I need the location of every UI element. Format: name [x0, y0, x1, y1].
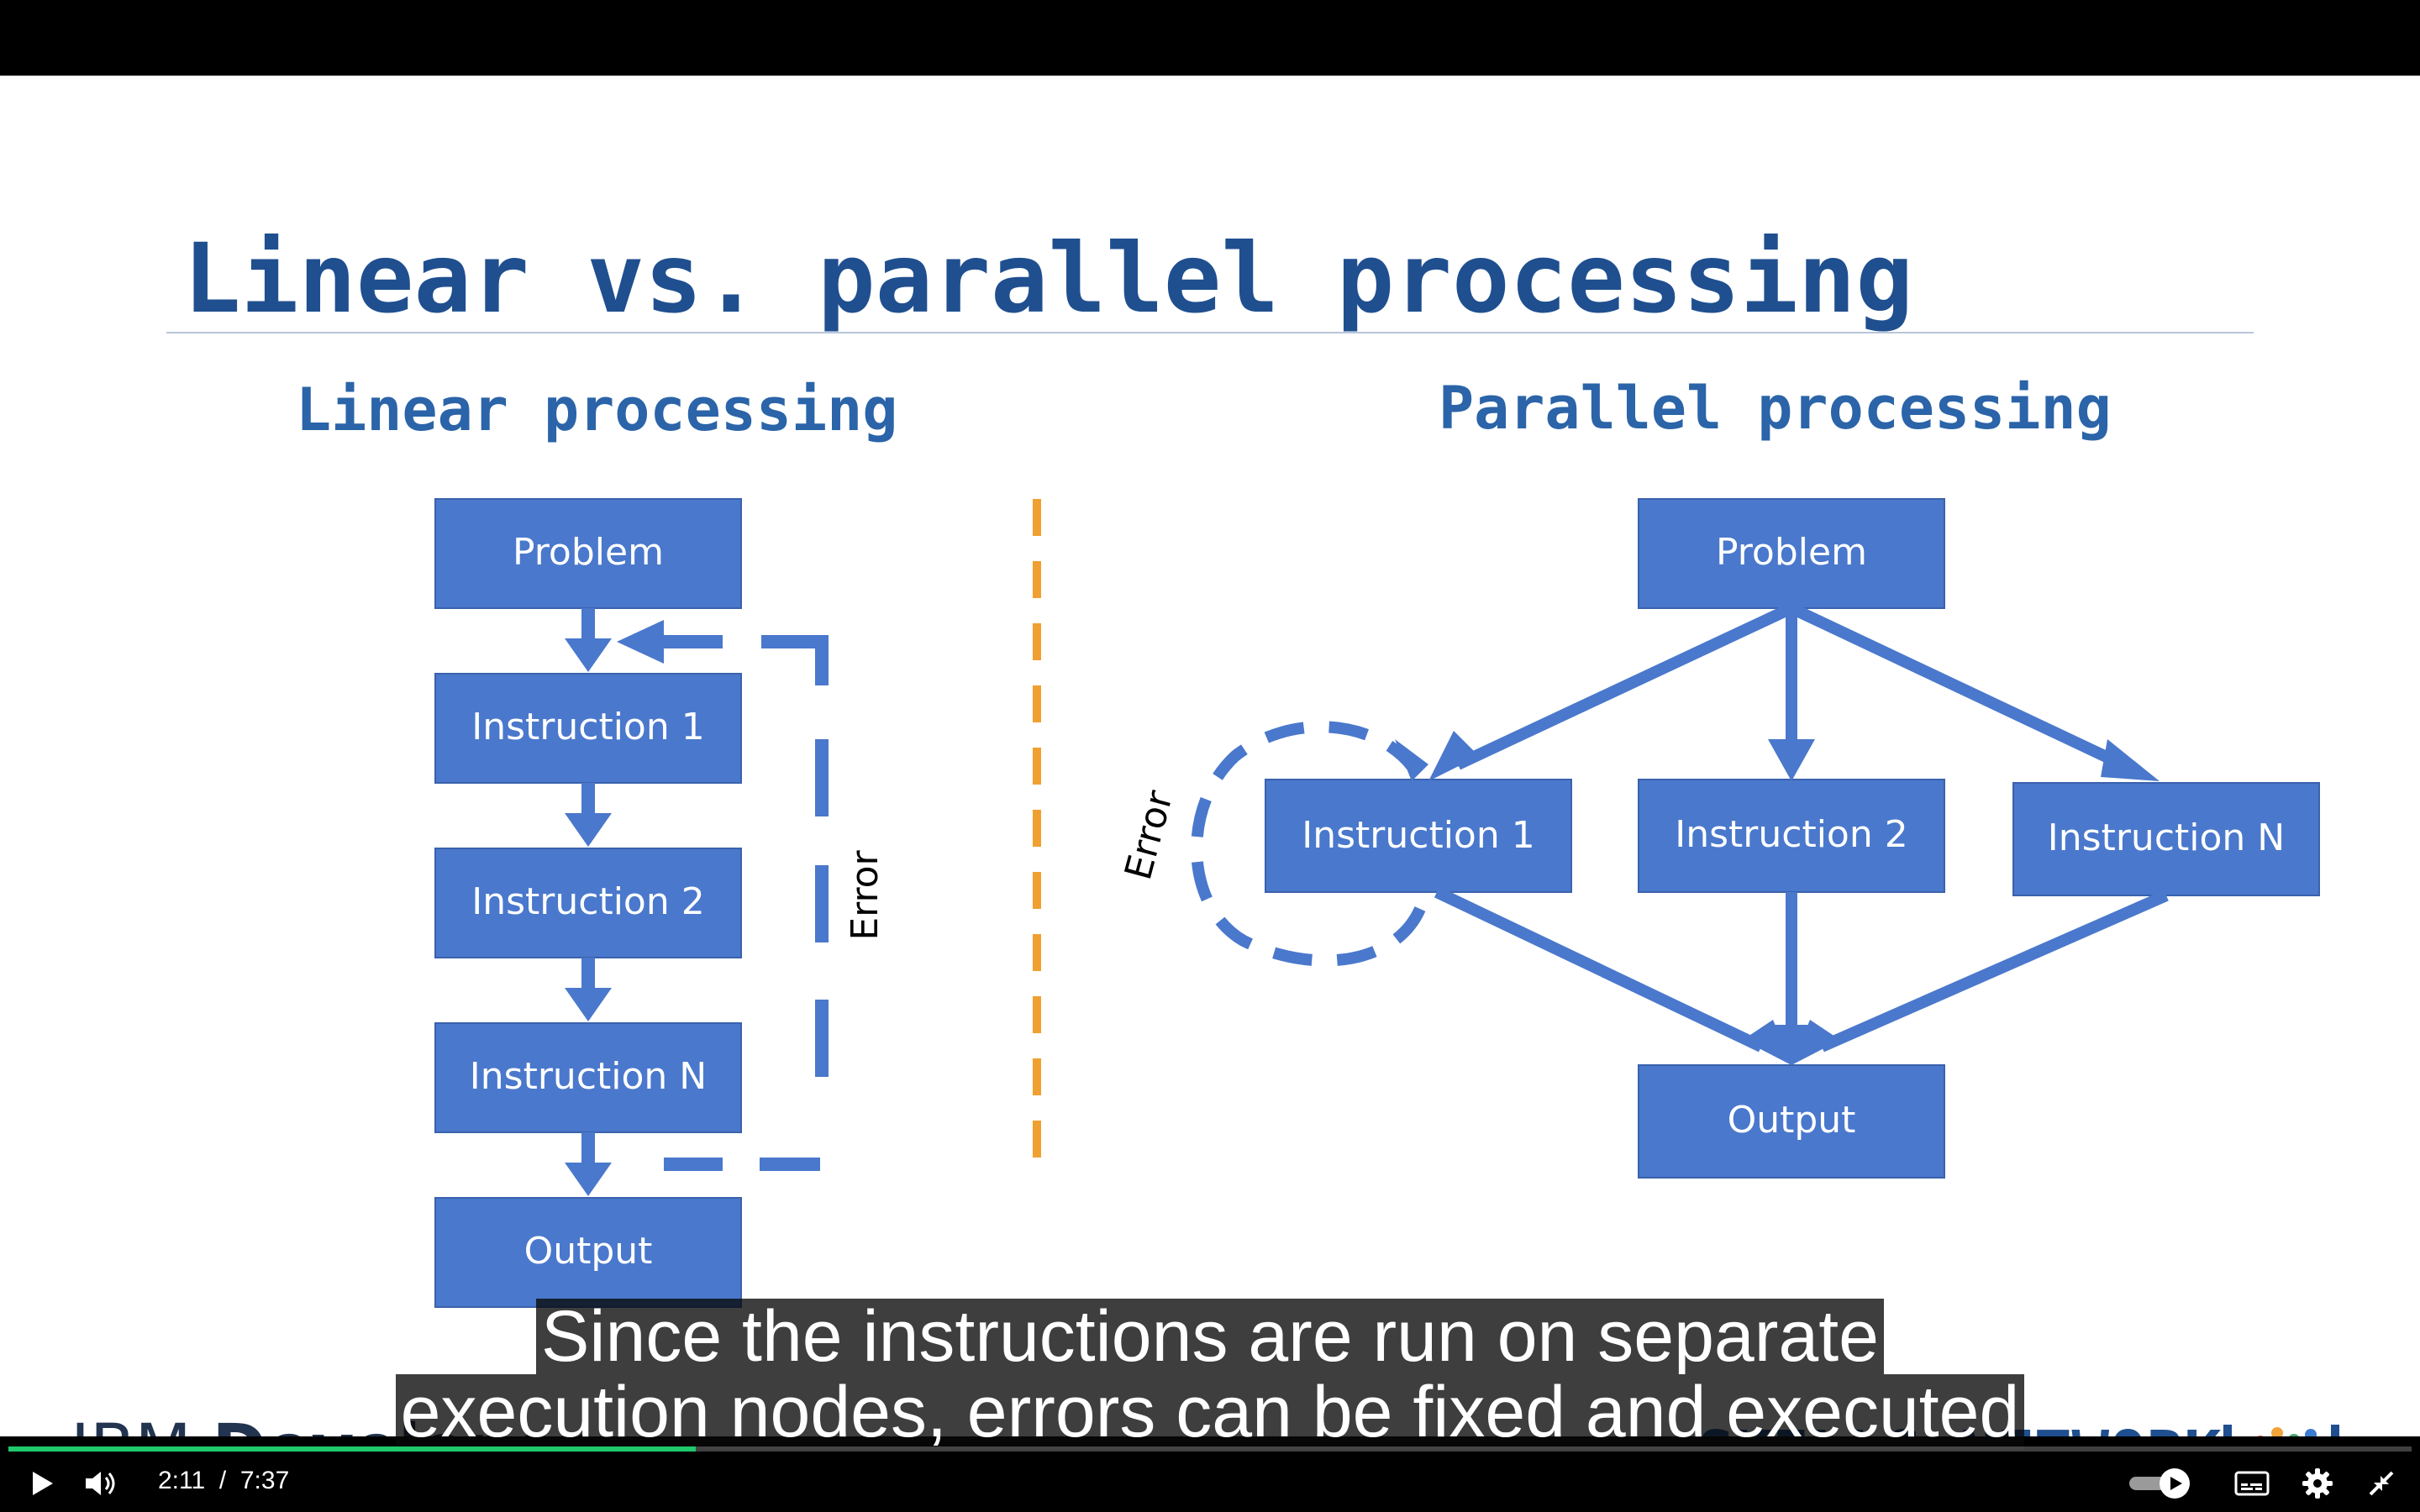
svg-text:Instruction N: Instruction N — [470, 1055, 707, 1098]
captions-icon — [2234, 1471, 2270, 1496]
captions-button[interactable] — [2230, 1455, 2274, 1512]
current-time: 2:11 — [158, 1467, 206, 1494]
time-display: 2:11 / 7:37 — [158, 1467, 289, 1495]
svg-text:Instruction 2: Instruction 2 — [1675, 813, 1907, 856]
autoplay-toggle[interactable] — [2126, 1455, 2193, 1512]
video-frame[interactable]: Linear vs. parallel processing Linear pr… — [0, 76, 2420, 1436]
progress-played — [8, 1446, 696, 1452]
processing-diagram: Problem Instruction 1 Instruction 2 Inst… — [434, 498, 2320, 1308]
parallel-box-output: Output — [1638, 1064, 1945, 1179]
parallel-box-instruction-n: Instruction N — [2012, 782, 2320, 896]
exit-fullscreen-icon — [2369, 1471, 2394, 1496]
time-separator: / — [218, 1467, 227, 1494]
gear-icon — [2302, 1468, 2333, 1499]
linear-box-instruction-n: Instruction N — [434, 1022, 742, 1133]
progress-bar[interactable] — [8, 1446, 2412, 1452]
parallel-box-instruction-1: Instruction 1 — [1265, 779, 1572, 893]
svg-text:Instruction 1: Instruction 1 — [1302, 814, 1534, 857]
settings-button[interactable] — [2296, 1455, 2339, 1512]
linear-box-output: Output — [434, 1197, 742, 1308]
svg-text:Instruction 2: Instruction 2 — [471, 880, 704, 923]
duration: 7:37 — [239, 1467, 290, 1494]
svg-text:Instruction 1: Instruction 1 — [471, 706, 704, 748]
parallel-box-problem: Problem — [1638, 498, 1945, 609]
parallel-box-instruction-2: Instruction 2 — [1638, 779, 1945, 893]
caption-line-1: Since the instructions are run on separa… — [536, 1299, 1884, 1374]
letterbox-top — [0, 0, 2420, 76]
svg-text:Problem: Problem — [1716, 531, 1867, 574]
linear-box-problem: Problem — [434, 498, 742, 609]
volume-button[interactable] — [76, 1455, 126, 1512]
svg-text:Output: Output — [524, 1230, 653, 1273]
caption-line-2: execution nodes, errors can be fixed and… — [395, 1374, 2025, 1450]
svg-text:Output: Output — [1728, 1099, 1856, 1142]
exit-fullscreen-button[interactable] — [2360, 1455, 2403, 1512]
caption-overlay: Since the instructions are run on separa… — [0, 1299, 2420, 1450]
linear-box-instruction-1: Instruction 1 — [434, 673, 742, 784]
player-controls: 2:11 / 7:37 — [0, 1455, 2420, 1512]
volume-icon — [86, 1472, 115, 1495]
parallel-error-label: Error — [1117, 785, 1181, 885]
linear-error-label: Error — [844, 849, 886, 940]
linear-box-instruction-2: Instruction 2 — [434, 848, 742, 958]
svg-text:Instruction N: Instruction N — [2048, 816, 2285, 859]
play-button[interactable] — [17, 1455, 67, 1512]
play-icon — [33, 1472, 53, 1495]
svg-text:Problem: Problem — [513, 531, 664, 574]
autoplay-toggle-icon — [2129, 1468, 2190, 1499]
